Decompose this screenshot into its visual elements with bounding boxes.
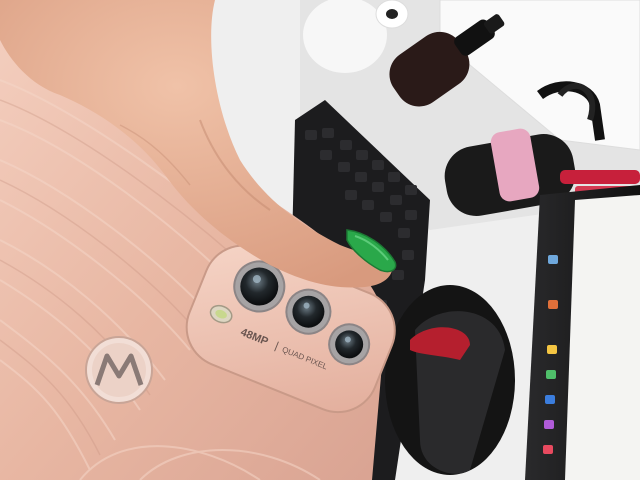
monitor [525,185,640,480]
mouse [385,285,515,475]
photo-canvas: 48MP | QUAD PIXEL [0,0,640,480]
motorola-logo [85,336,153,404]
photo-scene: 48MP | QUAD PIXEL [0,0,640,480]
